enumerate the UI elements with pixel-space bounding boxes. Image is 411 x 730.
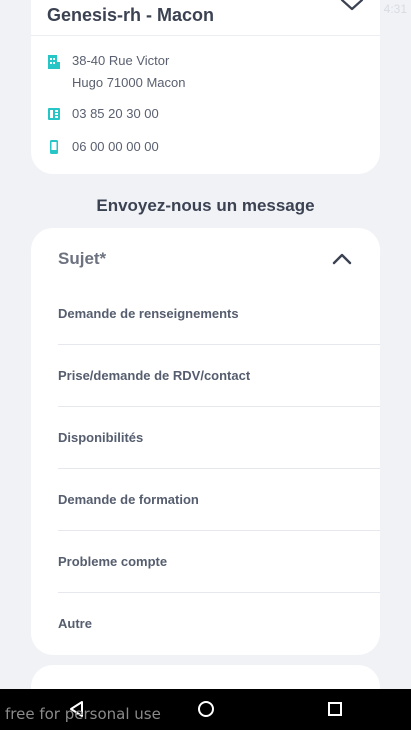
agency-header[interactable]: Genesis-rh - Macon: [31, 0, 380, 36]
agency-card: Genesis-rh - Macon 38-40 Rue Victor Hugo…: [31, 0, 380, 174]
watermark-text: free for personal use: [5, 705, 161, 723]
mobile-row[interactable]: 06 00 00 00 00: [47, 136, 159, 158]
subject-option[interactable]: Demande de formation: [58, 469, 380, 531]
nav-recents-icon[interactable]: [325, 699, 345, 719]
subject-options-list: Demande de renseignements Prise/demande …: [58, 283, 380, 654]
address: 38-40 Rue Victor Hugo 71000 Macon: [72, 50, 185, 94]
address-line2: Hugo 71000 Macon: [72, 75, 186, 90]
subject-option[interactable]: Autre: [58, 593, 380, 654]
phone-number: 03 85 20 30 00: [72, 106, 159, 121]
phone-icon: [48, 108, 60, 120]
mobile-icon: [50, 140, 58, 154]
subject-option[interactable]: Prise/demande de RDV/contact: [58, 345, 380, 407]
message-section-title: Envoyez-nous un message: [96, 196, 315, 215]
chevron-up-icon[interactable]: [332, 253, 352, 265]
mobile-number: 06 00 00 00 00: [72, 139, 159, 154]
nav-home-icon[interactable]: [196, 699, 216, 719]
phone-row[interactable]: 03 85 20 30 00: [47, 103, 159, 125]
subject-dropdown[interactable]: Sujet* Demande de renseignements Prise/d…: [31, 228, 380, 655]
subject-option[interactable]: Disponibilités: [58, 407, 380, 469]
chevron-down-icon[interactable]: [340, 0, 364, 12]
address-row: 38-40 Rue Victor Hugo 71000 Macon: [47, 50, 185, 94]
subject-option[interactable]: Probleme compte: [58, 531, 380, 593]
subject-label: Sujet*: [58, 249, 107, 268]
building-icon: [48, 55, 60, 69]
agency-name: Genesis-rh - Macon: [47, 5, 215, 25]
address-line1: 38-40 Rue Victor: [72, 53, 170, 68]
status-time: 4:31: [383, 2, 407, 16]
subject-option[interactable]: Demande de renseignements: [58, 283, 380, 345]
